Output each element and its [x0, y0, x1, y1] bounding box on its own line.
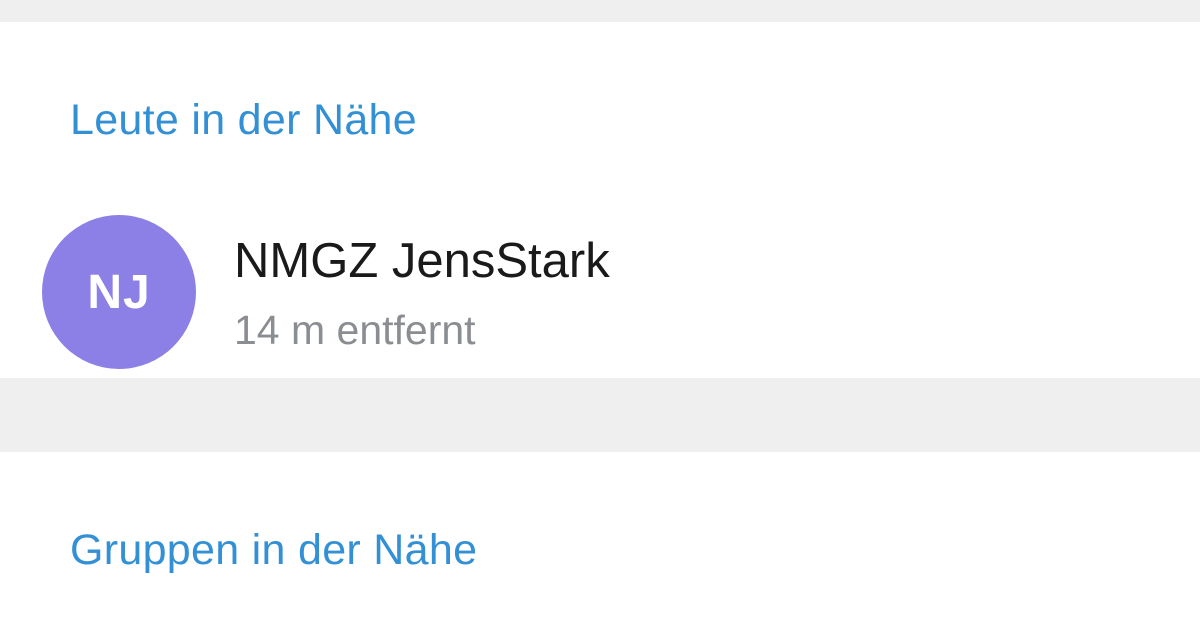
people-nearby-header: Leute in der Nähe: [70, 96, 417, 144]
section-divider: [0, 378, 1200, 452]
top-divider: [0, 0, 1200, 22]
person-distance: 14 m entfernt: [234, 307, 476, 353]
groups-nearby-section: Gruppen in der Nähe: [0, 452, 1200, 627]
list-item[interactable]: NJ NMGZ JensStark 14 m entfernt: [0, 187, 1200, 369]
people-nearby-section: Leute in der Nähe NJ NMGZ JensStark 14 m…: [0, 22, 1200, 378]
avatar[interactable]: NJ: [42, 215, 196, 369]
groups-nearby-header: Gruppen in der Nähe: [70, 526, 478, 574]
person-name: NMGZ JensStark: [234, 234, 610, 288]
